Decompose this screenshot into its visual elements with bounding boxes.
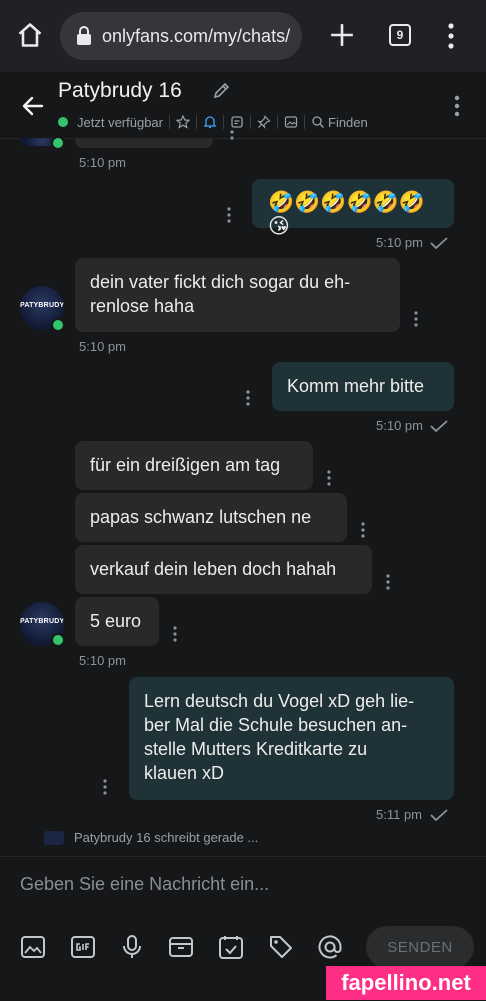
image-icon[interactable]	[284, 115, 298, 129]
chat-menu-icon[interactable]	[453, 95, 461, 117]
message-options-icon[interactable]	[414, 311, 418, 327]
tab-switcher-button[interactable]: 9	[389, 24, 411, 46]
message-text: Lern deutsch du Vogel xD geh lie-	[144, 691, 415, 711]
back-arrow-icon[interactable]	[21, 94, 45, 118]
message-bubble-incoming[interactable]: für ein dreißigen am tag	[75, 441, 313, 490]
message-bubble-outgoing[interactable]: Lern deutsch du Vogel xD geh lie- ber Ma…	[129, 677, 454, 800]
mention-icon[interactable]	[317, 934, 343, 960]
message-options-icon[interactable]	[230, 130, 234, 142]
home-icon[interactable]	[16, 21, 44, 49]
read-check-icon	[430, 237, 448, 249]
message-text: renlose haha	[90, 296, 195, 316]
message-bubble-outgoing[interactable]: 🤣🤣🤣🤣🤣🤣😘	[252, 179, 454, 238]
message-bubble-incoming[interactable]: verkauf dein leben doch hahah	[75, 545, 372, 594]
pin-icon[interactable]	[257, 115, 271, 129]
note-icon[interactable]	[230, 115, 244, 129]
browser-toolbar: onlyfans.com/my/chats/ 9	[0, 0, 486, 72]
message-options-icon[interactable]	[327, 470, 331, 486]
message-bubble-incoming[interactable]: papas schwanz lutschen ne	[75, 493, 347, 542]
status-text: Jetzt verfügbar	[77, 114, 163, 130]
message-time: 5:10 pm	[79, 653, 126, 668]
send-button[interactable]: SENDEN	[366, 926, 474, 968]
message-options-icon[interactable]	[386, 574, 390, 590]
find-label[interactable]: Finden	[328, 115, 368, 130]
star-icon[interactable]	[176, 115, 190, 129]
message-options-icon[interactable]	[246, 390, 250, 406]
calendar-icon[interactable]	[218, 934, 244, 960]
online-indicator	[51, 136, 65, 150]
read-check-icon	[430, 420, 448, 432]
typing-text: Patybrudy 16 schreibt gerade ...	[74, 830, 259, 845]
online-indicator	[51, 633, 65, 647]
gif-icon[interactable]	[70, 934, 96, 960]
chat-status-row: Jetzt verfügbar Finden	[58, 112, 368, 132]
message-bubble-incoming[interactable]	[75, 138, 213, 148]
message-bubble-incoming[interactable]: 5 euro	[75, 597, 159, 646]
typing-avatar	[44, 830, 64, 845]
read-check-icon	[430, 809, 448, 821]
message-text: dein vater fickt dich sogar du eh-	[90, 272, 351, 292]
price-tag-icon[interactable]	[268, 934, 294, 960]
vault-icon[interactable]	[168, 934, 194, 960]
search-icon[interactable]	[311, 115, 325, 129]
typing-indicator: Patybrudy 16 schreibt gerade ...	[44, 830, 258, 845]
message-time: 5:10 pm	[79, 155, 126, 170]
browser-menu-icon[interactable]	[446, 22, 456, 50]
message-text: klauen xD	[144, 763, 225, 783]
microphone-icon[interactable]	[119, 934, 145, 960]
message-text: stelle Mutters Kreditkarte zu	[144, 739, 368, 759]
message-input[interactable]: Geben Sie eine Nachricht ein...	[20, 874, 269, 895]
message-time: 5:11 pm	[376, 807, 423, 822]
message-time: 5:10 pm	[376, 418, 423, 433]
url-text: onlyfans.com/my/chats/	[102, 25, 291, 46]
edit-pencil-icon[interactable]	[212, 80, 232, 100]
message-options-icon[interactable]	[227, 207, 231, 223]
new-tab-icon[interactable]	[329, 22, 355, 48]
message-options-icon[interactable]	[361, 522, 365, 538]
online-indicator	[51, 318, 65, 332]
chat-title[interactable]: Patybrudy 16	[58, 79, 182, 103]
message-time: 5:10 pm	[376, 235, 423, 250]
watermark: fapellino.net	[326, 966, 486, 1000]
message-bubble-outgoing[interactable]: Komm mehr bitte	[272, 362, 454, 411]
image-upload-icon[interactable]	[20, 934, 46, 960]
message-bubble-incoming[interactable]: dein vater fickt dich sogar du eh- renlo…	[75, 258, 400, 332]
message-time: 5:10 pm	[79, 339, 126, 354]
bell-icon[interactable]	[203, 115, 217, 129]
address-bar[interactable]: onlyfans.com/my/chats/	[60, 12, 302, 60]
online-indicator	[58, 117, 68, 127]
lock-icon	[77, 26, 91, 45]
message-options-icon[interactable]	[173, 626, 177, 642]
message-options-icon[interactable]	[103, 779, 107, 795]
message-text: ber Mal die Schule besuchen an-	[144, 715, 408, 735]
